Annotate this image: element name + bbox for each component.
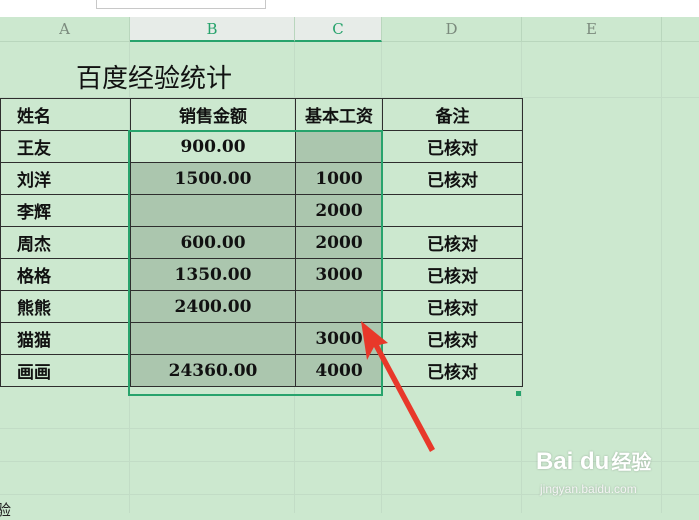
table-row: 周杰 600.00 2000 已核对 (0, 226, 523, 259)
cell-salary[interactable]: 2000 (295, 194, 383, 227)
cell-sales[interactable]: 2400.00 (130, 290, 296, 323)
column-header-f[interactable] (662, 17, 699, 42)
cell-name[interactable]: 格格 (0, 258, 131, 291)
cell-salary[interactable] (295, 130, 383, 163)
cell-name[interactable]: 画画 (0, 354, 131, 387)
column-letter: E (586, 20, 597, 38)
gridline (661, 42, 662, 513)
cell-name[interactable]: 猫猫 (0, 322, 131, 355)
column-header-e[interactable]: E (522, 17, 662, 42)
table-row: 李辉 2000 (0, 194, 523, 227)
watermark-logo: Bai du (536, 448, 610, 475)
gridline (0, 428, 699, 429)
cell-sales[interactable]: 1350.00 (130, 258, 296, 291)
cell-note[interactable]: 已核对 (382, 162, 523, 195)
sheet-tab-fragment[interactable] (96, 0, 266, 9)
cell-salary[interactable]: 2000 (295, 226, 383, 259)
cell-note[interactable]: 已核对 (382, 226, 523, 259)
cell-name[interactable]: 王友 (0, 130, 131, 163)
cell-name[interactable]: 李辉 (0, 194, 131, 227)
cell-note[interactable]: 已核对 (382, 258, 523, 291)
cell-name[interactable]: 周杰 (0, 226, 131, 259)
column-header-d[interactable]: D (382, 17, 522, 42)
table-row: 王友 900.00 已核对 (0, 130, 523, 163)
red-arrow-icon (361, 321, 435, 452)
column-letter: A (59, 20, 70, 38)
cell-sales[interactable]: 24360.00 (130, 354, 296, 387)
column-header-b[interactable]: B (130, 17, 295, 42)
cell-sales[interactable] (130, 322, 296, 355)
table-row: 刘洋 1500.00 1000 已核对 (0, 162, 523, 195)
header-name[interactable]: 姓名 (0, 98, 131, 131)
cell-sales[interactable]: 600.00 (130, 226, 296, 259)
watermark-label: 经验 (611, 452, 652, 474)
cell-note[interactable] (382, 194, 523, 227)
baidu-jingyan-watermark: Bai du 经验 (536, 446, 651, 476)
cell-fragment-text[interactable]: 验 (0, 499, 11, 520)
column-letter: C (332, 20, 344, 38)
watermark-url: jingyan.baidu.com (540, 482, 637, 496)
column-header-c[interactable]: C (295, 17, 382, 42)
cell-sales[interactable]: 1500.00 (130, 162, 296, 195)
cell-salary[interactable]: 3000 (295, 258, 383, 291)
cell-salary[interactable]: 1000 (295, 162, 383, 195)
cell-sales[interactable]: 900.00 (130, 130, 296, 163)
top-toolbar-strip (0, 0, 699, 18)
header-sales[interactable]: 销售金额 (130, 98, 296, 131)
cell-sales[interactable] (130, 194, 296, 227)
cell-note[interactable]: 已核对 (382, 130, 523, 163)
cell-name[interactable]: 刘洋 (0, 162, 131, 195)
cell-name[interactable]: 熊熊 (0, 290, 131, 323)
column-header-a[interactable]: A (0, 17, 130, 42)
header-row: 姓名 销售金额 基本工资 备注 (0, 98, 523, 131)
header-salary[interactable]: 基本工资 (295, 98, 383, 131)
fill-handle[interactable] (516, 391, 521, 396)
column-letter: B (206, 20, 218, 38)
header-note[interactable]: 备注 (382, 98, 523, 131)
table-row: 格格 1350.00 3000 已核对 (0, 258, 523, 291)
column-letter: D (445, 20, 458, 38)
sheet-title[interactable]: 百度经验统计 (76, 58, 232, 95)
